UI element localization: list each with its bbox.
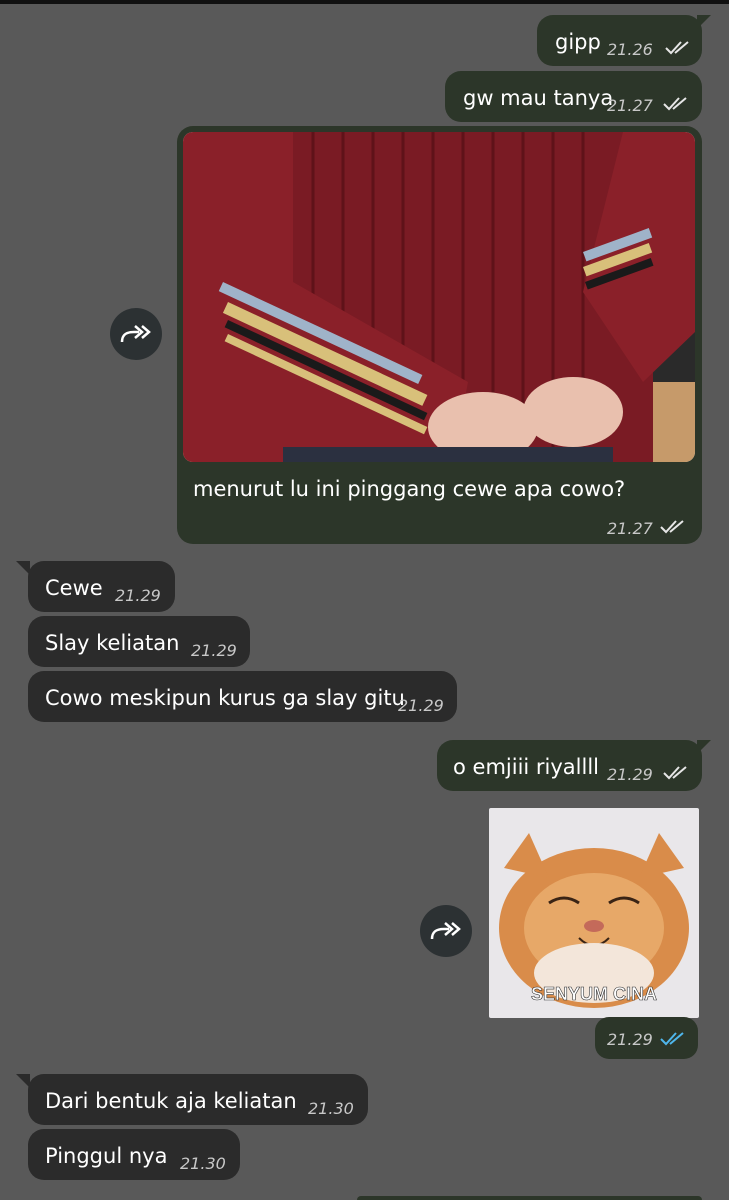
- kitten-sticker: SENYUM CINA: [489, 808, 699, 1018]
- message-bubble-outgoing[interactable]: gw mau tanya 21.27: [445, 71, 702, 122]
- message-bubble-incoming[interactable]: Cewe 21.29: [28, 561, 175, 612]
- message-time: 21.29: [191, 641, 237, 660]
- message-bubble-incoming[interactable]: Slay keliatan 21.29: [28, 616, 250, 667]
- message-bubble-outgoing[interactable]: gipp 21.26: [537, 15, 702, 66]
- message-time: 21.29: [398, 696, 444, 715]
- message-time: 21.26: [607, 40, 653, 59]
- double-check-icon: [663, 766, 687, 780]
- double-check-icon: [663, 97, 687, 111]
- message-time: 21.27: [607, 519, 653, 538]
- message-time: 21.29: [607, 765, 653, 784]
- bubble-tail: [16, 561, 30, 575]
- message-time: 21.29: [115, 586, 161, 605]
- message-text: Cowo meskipun kurus ga slay gitu: [45, 686, 405, 710]
- forward-arrow-icon: [430, 922, 461, 940]
- sticker-image[interactable]: SENYUM CINA: [489, 808, 699, 1018]
- message-bubble-incoming[interactable]: Pinggul nya 21.30: [28, 1129, 240, 1180]
- photo-message-bubble[interactable]: menurut lu ini pinggang cewe apa cowo? 2…: [177, 126, 702, 544]
- message-text: gipp: [555, 30, 601, 54]
- message-time: 21.30: [180, 1154, 226, 1173]
- shared-photo[interactable]: [183, 132, 695, 462]
- double-check-icon: [660, 1032, 684, 1046]
- sticker-timestamp-pill: 21.29: [595, 1017, 698, 1059]
- double-check-icon: [660, 520, 684, 534]
- double-check-icon: [665, 41, 689, 55]
- message-text: Cewe: [45, 576, 103, 600]
- status-strip: [0, 0, 729, 4]
- bubble-tail: [16, 1074, 30, 1088]
- message-bubble-outgoing-partial[interactable]: [357, 1196, 702, 1200]
- message-time: 21.27: [607, 96, 653, 115]
- bubble-tail: [697, 740, 711, 754]
- photo-caption: menurut lu ini pinggang cewe apa cowo?: [193, 477, 626, 501]
- bubble-tail: [697, 15, 711, 29]
- forward-arrow-icon: [120, 325, 151, 343]
- message-bubble-outgoing[interactable]: o emjiii riyallll 21.29: [437, 740, 702, 791]
- message-text: Slay keliatan: [45, 631, 180, 655]
- photo-sweater-waist: [183, 132, 695, 462]
- message-text: o emjiii riyallll: [453, 755, 600, 779]
- message-text: Dari bentuk aja keliatan: [45, 1089, 297, 1113]
- forward-button[interactable]: [420, 905, 472, 957]
- message-time: 21.30: [308, 1099, 354, 1118]
- message-text: Pinggul nya: [45, 1144, 168, 1168]
- message-time: 21.29: [607, 1030, 653, 1049]
- sticker-caption: SENYUM CINA: [531, 984, 657, 1004]
- forward-button[interactable]: [110, 308, 162, 360]
- message-bubble-incoming[interactable]: Cowo meskipun kurus ga slay gitu 21.29: [28, 671, 457, 722]
- message-text: gw mau tanya: [463, 86, 614, 110]
- message-bubble-incoming[interactable]: Dari bentuk aja keliatan 21.30: [28, 1074, 368, 1125]
